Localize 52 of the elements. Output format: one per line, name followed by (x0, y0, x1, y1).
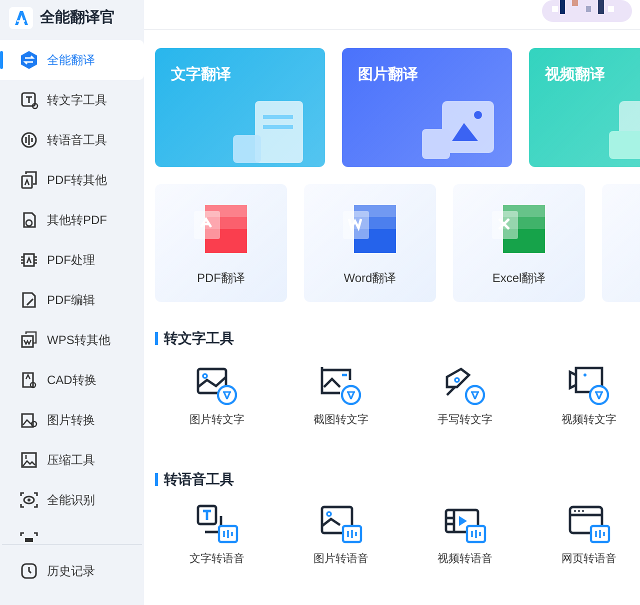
voice-convert-icon (195, 504, 239, 544)
tool-button[interactable]: 网页转语音 (527, 504, 640, 567)
tool-button[interactable]: 图片转语音 (279, 504, 403, 567)
tool-icon (19, 90, 39, 110)
eye-icon (19, 490, 39, 510)
sidebar-item[interactable]: 转文字工具 (0, 80, 144, 120)
sidebar-item[interactable]: WPS转其他 (0, 320, 144, 360)
tool-icon (19, 370, 39, 390)
sidebar-item[interactable]: PDF处理 (0, 240, 144, 280)
sidebar-item[interactable]: PDF编辑 (0, 280, 144, 320)
tool-button[interactable]: 视频转语音 (403, 504, 527, 567)
section-title: 转文字工具 (164, 329, 234, 348)
tool-icon (19, 330, 39, 350)
sidebar-item[interactable]: 压缩工具 (0, 440, 144, 480)
document-card[interactable]: Excel翻译 (453, 184, 585, 302)
tool-icon (19, 290, 39, 310)
translate-icon (19, 50, 39, 70)
tool-icon (19, 530, 39, 544)
clock-icon (19, 561, 39, 581)
section-title: 转语音工具 (164, 470, 234, 488)
text-convert-icon (443, 365, 487, 405)
sidebar-item[interactable]: 其他转PDF (0, 200, 144, 240)
document-card[interactable]: PDF翻译 (155, 184, 287, 302)
tool-button[interactable]: 图片转文字 (155, 365, 279, 428)
sidebar-item[interactable]: CAD转换 (0, 360, 144, 400)
sidebar-item[interactable]: 全能识别 (0, 480, 144, 520)
tool-icon (19, 450, 39, 470)
document-icon (193, 203, 249, 253)
tool-button[interactable]: 手写转文字 (403, 365, 527, 428)
app-title: 全能翻译官 (40, 8, 115, 28)
voice-convert-icon (319, 504, 363, 544)
text-convert-icon (567, 365, 611, 405)
document-card[interactable]: Word翻译 (304, 184, 436, 302)
document-icon (491, 203, 547, 253)
text-convert-icon (195, 365, 239, 405)
document-icon (342, 203, 398, 253)
voice-convert-icon (567, 504, 611, 544)
sidebar-item[interactable]: 全能翻译 (0, 40, 144, 80)
app-logo (9, 7, 33, 29)
tool-icon (19, 410, 39, 430)
sidebar-item[interactable]: 图片转换 (0, 400, 144, 440)
tool-button[interactable]: 截图转文字 (279, 365, 403, 428)
sidebar-item[interactable]: PDF转其他 (0, 160, 144, 200)
feature-card[interactable]: 图片翻译 (342, 48, 512, 167)
tool-icon (19, 250, 39, 270)
sidebar-item[interactable]: 转语音工具 (0, 120, 144, 160)
text-convert-icon (319, 365, 363, 405)
history-button[interactable]: 历史记录 (0, 551, 144, 591)
tool-icon (19, 130, 39, 150)
tool-button[interactable]: 视频转文字 (527, 365, 640, 428)
tool-button[interactable]: 文字转语音 (155, 504, 279, 567)
tool-icon (19, 170, 39, 190)
